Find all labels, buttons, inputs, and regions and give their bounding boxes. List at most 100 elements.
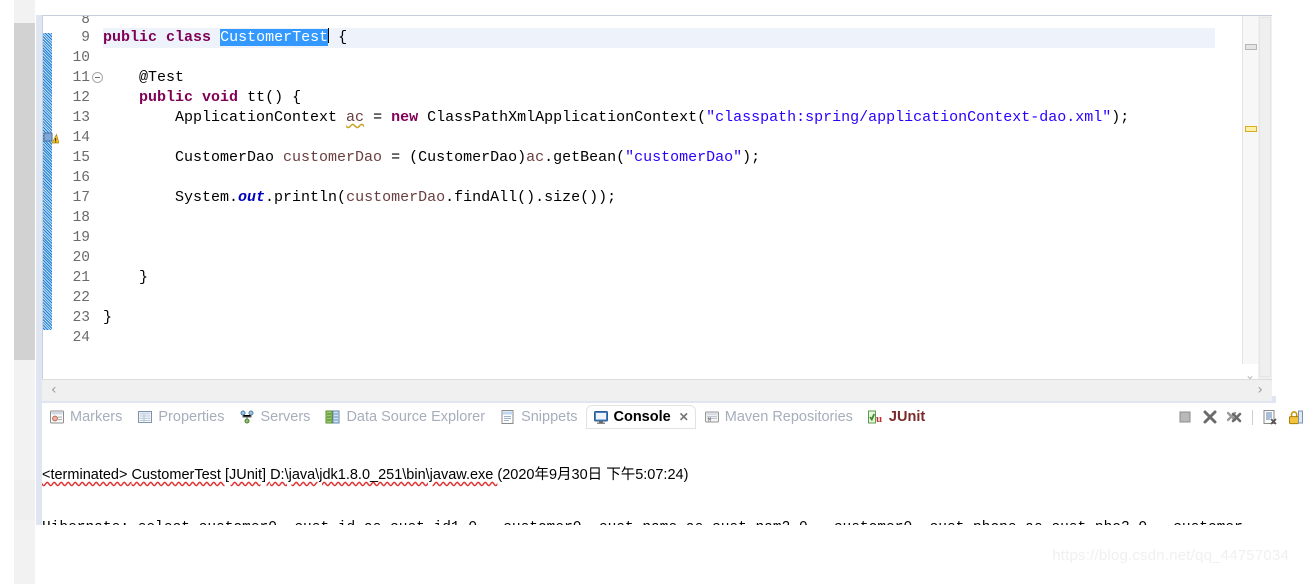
warning-marker-icon[interactable] <box>43 129 60 145</box>
code-line[interactable] <box>103 48 1242 68</box>
code-token: } <box>103 309 113 326</box>
console-hibernate-line: Hibernate: select customer0_.cust_id as … <box>42 518 1303 525</box>
code-token: "classpath:spring/applicationContext-dao… <box>706 109 1112 126</box>
bottom-panel-tabbar: Markers Properties Servers Data Source Expl… <box>42 403 1303 431</box>
line-number: 24 <box>72 330 90 346</box>
overview-mark-occurrence[interactable] <box>1245 44 1257 50</box>
console-terminated-line: <terminated> CustomerTest [JUnit] D:\jav… <box>42 465 1303 486</box>
code-line[interactable]: System.out.println(customerDao.findAll()… <box>103 188 1242 208</box>
maven-repositories-icon: M <box>704 409 720 425</box>
code-line[interactable] <box>103 208 1242 228</box>
code-line[interactable]: ApplicationContext ac = new ClassPathXml… <box>103 108 1242 128</box>
console-output[interactable]: <terminated> CustomerTest [JUnit] D:\jav… <box>42 433 1303 525</box>
tab-label: Servers <box>260 409 311 425</box>
changed-lines-indicator <box>43 33 52 330</box>
code-line[interactable]: public class CustomerTest { <box>103 28 1215 48</box>
java-source-editor[interactable]: 8 9 10 11 12 13 14 15 16 17 18 19 20 21 22 23 24 public … <box>42 15 1272 401</box>
code-line[interactable]: } <box>103 308 1242 328</box>
code-line[interactable] <box>103 248 1242 268</box>
code-token: customerDao <box>283 149 383 166</box>
fold-collapse-icon[interactable] <box>92 72 103 83</box>
svg-text:M: M <box>708 418 711 424</box>
scroll-right-chevron-icon[interactable]: › <box>1257 382 1263 398</box>
code-token: ); <box>1111 109 1130 126</box>
code-token: ); <box>742 149 761 166</box>
code-token: "customerDao" <box>625 149 743 166</box>
toolbar-separator <box>1252 409 1253 425</box>
code-text-area[interactable]: public class CustomerTest { @Test public… <box>103 16 1242 384</box>
line-number: 12 <box>72 90 90 106</box>
code-line[interactable]: public void tt() { <box>103 88 1242 108</box>
tab-label: Maven Repositories <box>724 409 853 425</box>
junit-icon: u <box>867 409 884 425</box>
snippets-icon <box>500 409 516 425</box>
tab-markers[interactable]: Markers <box>42 405 129 429</box>
scroll-lock-button[interactable] <box>1287 409 1303 425</box>
overview-mark-warning[interactable] <box>1245 126 1257 132</box>
tab-maven-repositories[interactable]: M Maven Repositories <box>697 405 860 429</box>
console-icon <box>593 409 609 425</box>
data-source-explorer-icon <box>325 409 341 425</box>
code-line[interactable]: CustomerDao customerDao = (CustomerDao)a… <box>103 148 1242 168</box>
scroll-left-chevron-icon[interactable]: ‹ <box>51 382 57 398</box>
line-number: 10 <box>72 50 90 66</box>
tab-snippets[interactable]: Snippets <box>493 405 584 429</box>
code-line[interactable] <box>103 228 1242 248</box>
code-token: public <box>103 29 158 46</box>
tab-label: Console <box>613 409 671 425</box>
stop-button[interactable] <box>1177 409 1193 425</box>
editor-annotation-ruler[interactable] <box>43 16 52 364</box>
line-number: 19 <box>72 230 90 246</box>
code-token: customerDao <box>346 189 446 206</box>
line-number-ruler: 8 9 10 11 12 13 14 15 16 17 18 19 20 21 22 23 24 <box>52 16 97 401</box>
servers-icon <box>239 409 255 425</box>
terminated-launch-name: CustomerTest [JUnit] <box>131 467 271 483</box>
code-token: { <box>329 29 348 46</box>
code-token: ApplicationContext <box>103 109 347 126</box>
tab-servers[interactable]: Servers <box>232 405 317 429</box>
clear-console-button[interactable] <box>1262 409 1278 425</box>
console-toolbar <box>1177 406 1303 428</box>
code-token: ac <box>346 109 365 126</box>
code-line[interactable]: @Test <box>103 68 1242 88</box>
code-token: void <box>202 89 239 106</box>
code-line[interactable] <box>103 328 1242 348</box>
code-line[interactable] <box>103 288 1242 308</box>
terminate-button[interactable] <box>1202 409 1218 425</box>
code-token: .findAll().size()); <box>445 189 617 206</box>
editor-horizontal-scrollbar[interactable]: ‹ › <box>42 379 1272 401</box>
tab-data-source-explorer[interactable]: Data Source Explorer <box>318 405 492 429</box>
code-token: public <box>139 89 194 106</box>
code-line[interactable]: } <box>103 268 1242 288</box>
code-token: ac <box>526 149 545 166</box>
workbench-vertical-scrollbar-thumb[interactable] <box>14 23 35 360</box>
tab-properties[interactable]: Properties <box>130 405 231 429</box>
bottom-panel-tab-list: Markers Properties Servers Data Source Expl… <box>42 403 933 431</box>
code-line[interactable] <box>103 168 1242 188</box>
line-number: 16 <box>72 170 90 186</box>
properties-icon <box>137 409 153 425</box>
editor-overview-ruler[interactable] <box>1242 16 1258 364</box>
editor-vertical-scrollbar[interactable] <box>1258 16 1272 384</box>
line-number: 18 <box>72 210 90 226</box>
editor-vertical-scrollbar-thumb[interactable] <box>1259 17 1271 377</box>
remove-all-terminated-button[interactable] <box>1226 409 1243 425</box>
tab-console[interactable]: Console ✕ <box>585 405 696 429</box>
tab-label: JUnit <box>888 409 926 425</box>
code-token: .getBean( <box>544 149 626 166</box>
code-token: class <box>166 29 212 46</box>
line-number: 8 <box>81 16 90 28</box>
tab-close-icon[interactable]: ✕ <box>679 410 689 424</box>
code-line[interactable] <box>103 128 1242 148</box>
tab-label: Markers <box>70 409 123 425</box>
tab-label: Properties <box>158 409 225 425</box>
code-token: = (CustomerDao) <box>382 149 527 166</box>
line-number: 11 <box>72 70 90 86</box>
tab-junit[interactable]: u JUnit <box>861 405 932 429</box>
watermark-text: https://blog.csdn.net/qq_44757034 <box>1052 547 1289 564</box>
panel-vertical-scrollbar[interactable] <box>14 480 35 520</box>
line-number: 22 <box>72 290 90 306</box>
